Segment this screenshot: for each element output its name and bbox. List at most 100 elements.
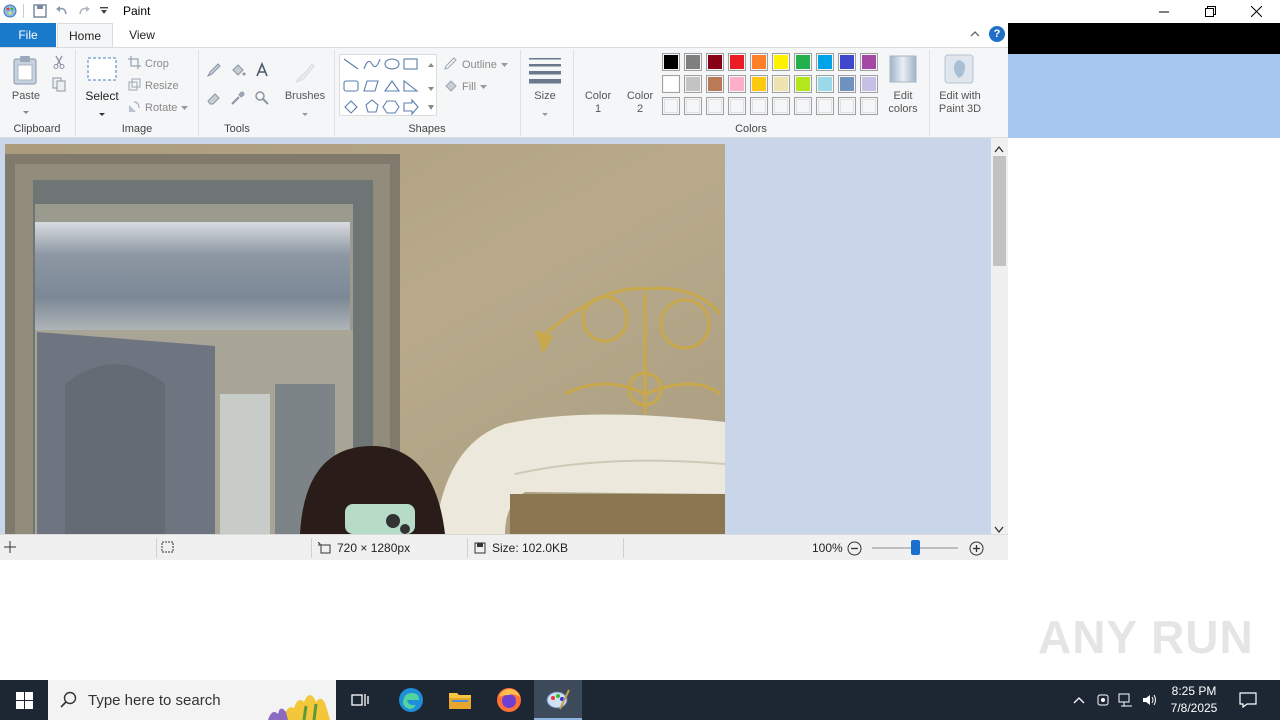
tab-view[interactable]: View: [114, 23, 170, 47]
background-window-black: [1008, 23, 1280, 54]
custom-color-slot[interactable]: [706, 97, 724, 115]
color-swatch[interactable]: [860, 75, 878, 93]
cut-icon[interactable]: [51, 54, 67, 70]
edge-icon[interactable]: [387, 680, 435, 720]
color-swatch[interactable]: [706, 53, 724, 71]
outline-icon: [443, 56, 458, 74]
file-explorer-icon[interactable]: [436, 680, 484, 720]
minimize-icon[interactable]: [1141, 0, 1187, 23]
network-icon[interactable]: [1116, 690, 1136, 710]
select-dropdown-icon[interactable]: [98, 106, 106, 116]
paint-taskbar-icon[interactable]: [534, 680, 582, 720]
color-swatch[interactable]: [684, 75, 702, 93]
resize-button[interactable]: Resize: [128, 78, 179, 94]
custom-color-slot[interactable]: [838, 97, 856, 115]
size-dropdown-icon[interactable]: [541, 106, 549, 116]
brushes-dropdown-icon[interactable]: [301, 106, 309, 116]
taskbar-search[interactable]: Type here to search: [48, 680, 336, 721]
eraser-icon[interactable]: [206, 90, 222, 106]
security-tray-icon[interactable]: [1093, 690, 1113, 710]
scroll-thumb[interactable]: [993, 156, 1006, 266]
firefox-icon[interactable]: [485, 680, 533, 720]
color-palette[interactable]: [662, 53, 884, 119]
tab-file[interactable]: File: [0, 23, 56, 47]
outline-button[interactable]: Outline: [443, 56, 508, 74]
custom-color-slot[interactable]: [684, 97, 702, 115]
size-icon[interactable]: [528, 56, 562, 84]
custom-color-slot[interactable]: [860, 97, 878, 115]
paste-icon[interactable]: [10, 54, 42, 86]
custom-color-slot[interactable]: [662, 97, 680, 115]
edit-colors-icon[interactable]: [888, 54, 918, 84]
color-swatch[interactable]: [772, 75, 790, 93]
resize-label: Resize: [145, 80, 179, 92]
image-canvas[interactable]: [5, 144, 725, 534]
volume-icon[interactable]: [1140, 690, 1160, 710]
paint3d-icon[interactable]: [944, 54, 974, 84]
customize-icon[interactable]: [96, 3, 112, 19]
paint3d-label-1: Edit with: [939, 90, 981, 102]
color-picker-icon[interactable]: [230, 90, 246, 106]
size-button[interactable]: Size: [525, 90, 565, 103]
color-swatch[interactable]: [794, 53, 812, 71]
color-swatch[interactable]: [662, 53, 680, 71]
color-swatch[interactable]: [772, 53, 790, 71]
color-swatch[interactable]: [728, 53, 746, 71]
paste-dropdown-icon[interactable]: [22, 104, 30, 114]
color-swatch[interactable]: [794, 75, 812, 93]
color-swatch[interactable]: [750, 53, 768, 71]
color-swatch[interactable]: [838, 75, 856, 93]
custom-color-slot[interactable]: [772, 97, 790, 115]
copy-icon[interactable]: [51, 76, 67, 92]
resize-icon: [128, 78, 141, 94]
shapes-gallery[interactable]: [339, 54, 437, 116]
close-icon[interactable]: [1233, 0, 1279, 23]
zoom-slider-thumb[interactable]: [911, 540, 920, 555]
text-icon[interactable]: [254, 61, 270, 78]
color-swatch[interactable]: [860, 53, 878, 71]
save-icon[interactable]: [32, 3, 48, 19]
restore-icon[interactable]: [1187, 0, 1233, 23]
crop-button[interactable]: Crop: [128, 56, 169, 72]
zoom-in-icon[interactable]: [969, 541, 984, 556]
tab-home[interactable]: Home: [57, 23, 113, 47]
custom-color-slot[interactable]: [750, 97, 768, 115]
show-hidden-icons-icon[interactable]: [1069, 690, 1089, 710]
brushes-icon[interactable]: [290, 58, 318, 86]
custom-color-slot[interactable]: [728, 97, 746, 115]
notification-icon[interactable]: [1238, 690, 1258, 710]
custom-color-slot[interactable]: [816, 97, 834, 115]
zoom-out-icon[interactable]: [847, 541, 862, 556]
color-swatch[interactable]: [706, 75, 724, 93]
taskbar-clock[interactable]: 8:25 PM 7/8/2025: [1166, 683, 1222, 717]
rotate-button[interactable]: Rotate: [128, 100, 189, 116]
paste-button[interactable]: Paste: [6, 90, 46, 103]
color-swatch[interactable]: [728, 75, 746, 93]
custom-color-slot[interactable]: [794, 97, 812, 115]
color-swatch[interactable]: [816, 53, 834, 71]
help-icon[interactable]: ?: [989, 26, 1005, 42]
fill-icon[interactable]: [230, 62, 246, 78]
canvas-workarea[interactable]: [0, 138, 991, 534]
color-swatch[interactable]: [750, 75, 768, 93]
paint-app-icon[interactable]: [2, 3, 18, 19]
color-swatch[interactable]: [662, 75, 680, 93]
select-icon[interactable]: [86, 56, 118, 84]
color-swatch[interactable]: [838, 53, 856, 71]
brushes-button[interactable]: Brushes: [280, 90, 330, 103]
color-swatch[interactable]: [684, 53, 702, 71]
color2-number: 2: [636, 103, 644, 115]
fill-button[interactable]: Fill: [443, 78, 488, 96]
color-swatch[interactable]: [816, 75, 834, 93]
magnifier-icon[interactable]: [254, 90, 270, 106]
collapse-ribbon-icon[interactable]: [968, 27, 982, 41]
scroll-up-icon[interactable]: [994, 142, 1004, 156]
undo-icon[interactable]: [54, 3, 70, 19]
vertical-scrollbar[interactable]: [991, 138, 1008, 534]
paint3d-label-2: Paint 3D: [938, 103, 982, 115]
windows-start-icon[interactable]: [0, 680, 48, 720]
pencil-icon[interactable]: [206, 62, 222, 78]
task-view-icon[interactable]: [336, 680, 384, 720]
redo-icon[interactable]: [76, 3, 92, 19]
select-button[interactable]: Select: [80, 90, 124, 103]
